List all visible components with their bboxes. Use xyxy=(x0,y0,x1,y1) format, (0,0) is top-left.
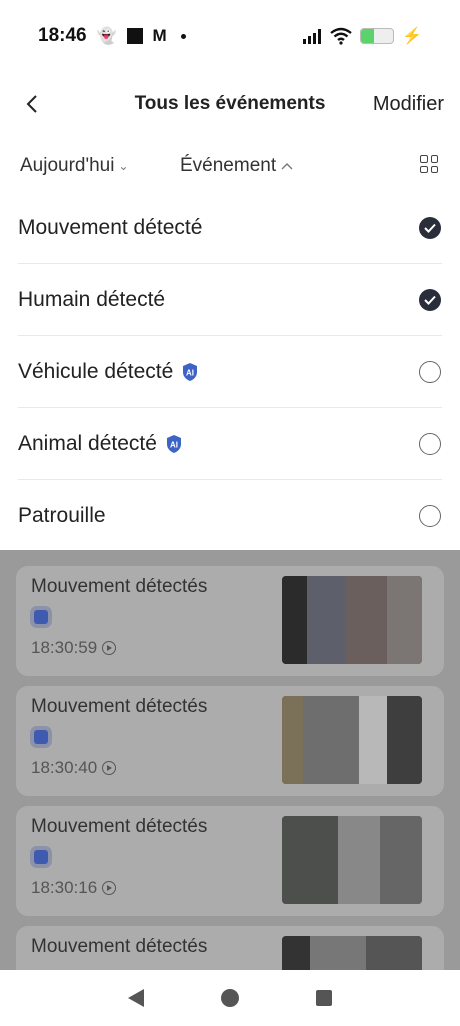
event-card[interactable]: Mouvement détectés xyxy=(16,926,444,970)
date-filter-dropdown[interactable]: Aujourd'hui ⌄ xyxy=(20,155,129,177)
top-app-bar: Tous les événements Modifier xyxy=(0,72,460,136)
nav-recents-icon[interactable] xyxy=(315,990,332,1006)
snapchat-icon: 👻 xyxy=(96,28,117,45)
date-filter-label: Aujourd'hui xyxy=(20,155,115,176)
back-button[interactable] xyxy=(18,90,46,118)
event-thumbnail[interactable] xyxy=(282,576,422,664)
check-icon[interactable] xyxy=(419,289,441,311)
option-label: Mouvement détecté xyxy=(18,216,203,239)
event-filter-dropdown[interactable]: Événement xyxy=(180,155,293,177)
svg-text:AI: AI xyxy=(186,369,194,378)
option-label: Véhicule détecté xyxy=(18,360,174,383)
event-time-text: 18:30:16 xyxy=(31,878,98,897)
radio-empty-icon[interactable] xyxy=(419,433,441,455)
chevron-up-icon xyxy=(281,163,293,170)
event-time-text: 18:30:59 xyxy=(31,638,98,657)
check-icon[interactable] xyxy=(419,217,441,239)
event-thumbnail[interactable] xyxy=(282,936,422,970)
motion-badge-icon xyxy=(34,850,48,864)
event-title: Mouvement détectés xyxy=(31,696,208,717)
event-time: 18:30:40 xyxy=(31,758,117,778)
event-time: 18:30:59 xyxy=(31,638,117,658)
motion-badge-icon xyxy=(34,610,48,624)
chevron-down-icon: ⌄ xyxy=(118,159,129,173)
play-icon xyxy=(102,881,117,895)
option-label: Humain détecté xyxy=(18,288,166,311)
filter-bar: Aujourd'hui ⌄ Événement xyxy=(0,140,460,192)
option-label: Patrouille xyxy=(18,504,106,527)
status-bar: 18:46 👻 M ⚡ xyxy=(0,0,460,72)
event-time-text: 18:30:40 xyxy=(31,758,98,777)
ai-shield-icon: AI xyxy=(183,363,198,381)
option-animal-detected[interactable]: Animal détecté AI xyxy=(0,408,460,480)
event-thumbnail[interactable] xyxy=(282,816,422,904)
system-nav-bar xyxy=(0,970,460,1026)
option-label: Animal détecté xyxy=(18,432,157,455)
app-icon xyxy=(126,28,143,44)
gmail-icon: M xyxy=(152,26,167,45)
event-title: Mouvement détectés xyxy=(31,936,208,957)
wifi-icon xyxy=(330,27,352,45)
ai-shield-icon: AI xyxy=(166,435,181,453)
play-icon xyxy=(102,641,117,655)
event-card[interactable]: Mouvement détectés 18:30:59 xyxy=(16,566,444,676)
event-card[interactable]: Mouvement détectés 18:30:40 xyxy=(16,686,444,796)
event-list: Mouvement détectés 18:30:59 Mouvement dé… xyxy=(0,550,460,970)
modify-button[interactable]: Modifier xyxy=(373,93,444,116)
radio-empty-icon[interactable] xyxy=(419,505,441,527)
option-human-detected[interactable]: Humain détecté xyxy=(0,264,460,336)
event-filter-label: Événement xyxy=(180,155,277,176)
charging-icon: ⚡ xyxy=(402,28,422,45)
chevron-left-icon xyxy=(26,95,37,113)
event-type-filter-panel: Mouvement détecté Humain détecté Véhicul… xyxy=(0,192,460,550)
nav-home-icon[interactable] xyxy=(220,989,239,1007)
event-title: Mouvement détectés xyxy=(31,816,208,837)
status-time: 18:46 xyxy=(38,25,87,46)
nav-back-icon[interactable] xyxy=(128,989,145,1007)
event-title: Mouvement détectés xyxy=(31,576,208,597)
notification-dot-icon xyxy=(180,33,186,39)
event-card[interactable]: Mouvement détectés 18:30:16 xyxy=(16,806,444,916)
event-time: 18:30:16 xyxy=(31,878,117,898)
option-vehicle-detected[interactable]: Véhicule détecté AI xyxy=(0,336,460,408)
grid-view-icon[interactable] xyxy=(420,155,438,173)
option-patrol[interactable]: Patrouille xyxy=(0,480,460,552)
event-thumbnail[interactable] xyxy=(282,696,422,784)
radio-empty-icon[interactable] xyxy=(419,361,441,383)
signal-icon xyxy=(303,29,322,44)
option-motion-detected[interactable]: Mouvement détecté xyxy=(0,192,460,264)
battery-icon xyxy=(360,28,395,44)
play-icon xyxy=(102,761,117,775)
motion-badge-icon xyxy=(34,730,48,744)
svg-text:AI: AI xyxy=(170,441,178,450)
